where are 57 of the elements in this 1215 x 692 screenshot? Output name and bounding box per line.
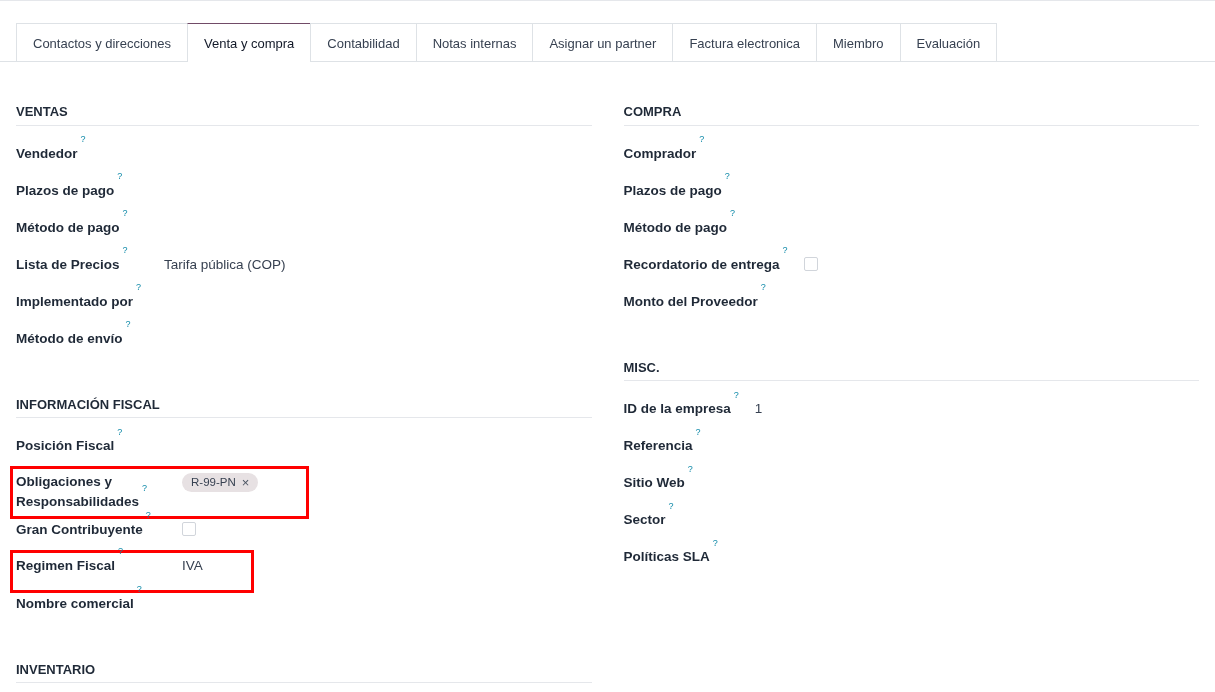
remove-tag-button[interactable]: ×: [241, 476, 250, 490]
help-tooltip[interactable]: ?: [145, 510, 151, 520]
help-tooltip[interactable]: ?: [136, 584, 142, 594]
field-label: Método de envío: [16, 330, 123, 346]
tab[interactable]: Contactos y direcciones: [16, 23, 188, 61]
help-tooltip[interactable]: ?: [724, 171, 730, 181]
field-label: Monto del Proveedor: [623, 293, 758, 309]
field-label: Recordatorio de entrega: [623, 256, 780, 272]
section-heading: MISC.: [623, 357, 1199, 381]
field-label: Implementado por: [16, 293, 133, 309]
field-value: Tarifa pública (COP): [164, 256, 286, 272]
help-tooltip[interactable]: ?: [712, 537, 718, 548]
field-label: Método de pago: [16, 219, 120, 235]
help-tooltip[interactable]: ?: [122, 245, 128, 255]
field-label: Referencia: [623, 438, 693, 453]
field-label: ID de la empresa: [623, 401, 731, 416]
help-tooltip[interactable]: ?: [125, 319, 131, 329]
field-label: Regimen Fiscal: [16, 557, 116, 573]
field-label: Nombre comercial: [16, 595, 134, 611]
field-label: Vendedor: [16, 145, 78, 161]
section-heading: COMPRA: [623, 102, 1199, 126]
help-tooltip[interactable]: ?: [687, 463, 693, 474]
field-label: Plazos de pago: [623, 182, 722, 198]
help-tooltip[interactable]: ?: [730, 208, 735, 218]
field-label: Método de pago: [623, 219, 727, 235]
checkbox[interactable]: [182, 521, 196, 536]
help-tooltip[interactable]: ?: [699, 134, 705, 144]
help-tooltip[interactable]: ?: [122, 208, 128, 218]
tab[interactable]: Evaluación: [899, 23, 998, 61]
help-tooltip[interactable]: ?: [733, 389, 739, 400]
checkbox[interactable]: [803, 256, 818, 271]
help-tooltip[interactable]: ?: [782, 245, 788, 255]
field-value: IVA: [182, 557, 203, 573]
help-tooltip[interactable]: ?: [668, 500, 674, 511]
help-tooltip[interactable]: ?: [760, 282, 766, 292]
field-label: Lista de Precios: [16, 256, 120, 272]
tag-label: R-99-PN: [191, 475, 236, 490]
field-label: Comprador: [623, 145, 697, 161]
tab[interactable]: Venta y compra: [187, 23, 312, 62]
help-tooltip[interactable]: ?: [136, 282, 142, 292]
help-tooltip[interactable]: ?: [695, 426, 701, 437]
field-label: Sector: [623, 512, 666, 527]
field-label: Obligaciones y Responsabilidades: [16, 474, 140, 510]
field-label: Gran Contribuyente: [16, 521, 143, 537]
section-heading: INFORMACIÓN FISCAL: [16, 394, 592, 418]
section-heading: VENTAS: [16, 102, 592, 126]
help-tooltip[interactable]: ?: [142, 482, 148, 493]
field-label: Plazos de pago: [16, 182, 115, 198]
field-value: 1: [754, 401, 763, 416]
field-label: Políticas SLA: [623, 549, 710, 564]
help-tooltip[interactable]: ?: [118, 546, 124, 556]
help-tooltip[interactable]: ?: [117, 171, 123, 181]
field-label: Posición Fiscal: [16, 438, 115, 453]
help-tooltip[interactable]: ?: [117, 426, 123, 437]
field-label: Sitio Web: [623, 475, 685, 490]
section-heading: INVENTARIO: [16, 659, 592, 683]
help-tooltip[interactable]: ?: [80, 134, 86, 144]
